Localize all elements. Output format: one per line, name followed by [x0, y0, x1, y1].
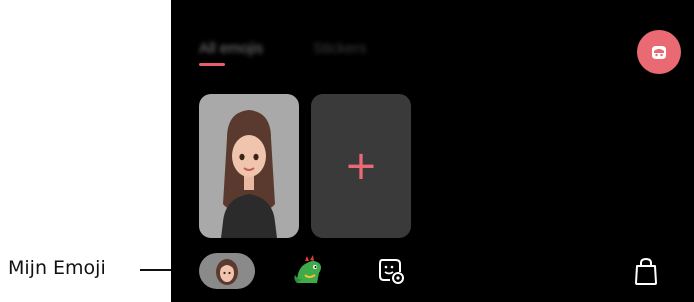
create-emoji-button[interactable]: [637, 30, 681, 74]
my-emoji-avatar-icon: [216, 259, 238, 285]
dino-emoji-icon: [294, 255, 321, 283]
avatar-figure: [221, 110, 277, 238]
sticker-settings-button[interactable]: [371, 253, 411, 289]
callout-label: Mijn Emoji: [8, 257, 106, 279]
my-emoji-card[interactable]: [199, 94, 299, 238]
tab-all-emojis[interactable]: All emojis: [199, 40, 263, 57]
avatar-camera-icon: [652, 46, 666, 59]
dino-emoji-button[interactable]: [289, 253, 329, 289]
active-tab-indicator: [199, 63, 225, 66]
tab-stickers[interactable]: Stickers: [313, 40, 366, 57]
plus-icon: +: [344, 143, 378, 189]
emoji-screen: All emojis Stickers +: [171, 0, 694, 302]
shopping-bag-button[interactable]: [628, 253, 664, 289]
add-emoji-button[interactable]: +: [311, 94, 411, 238]
sticker-settings-icon: [379, 259, 404, 284]
shopping-bag-icon: [635, 257, 657, 285]
my-emoji-avatar-button[interactable]: [199, 253, 255, 289]
